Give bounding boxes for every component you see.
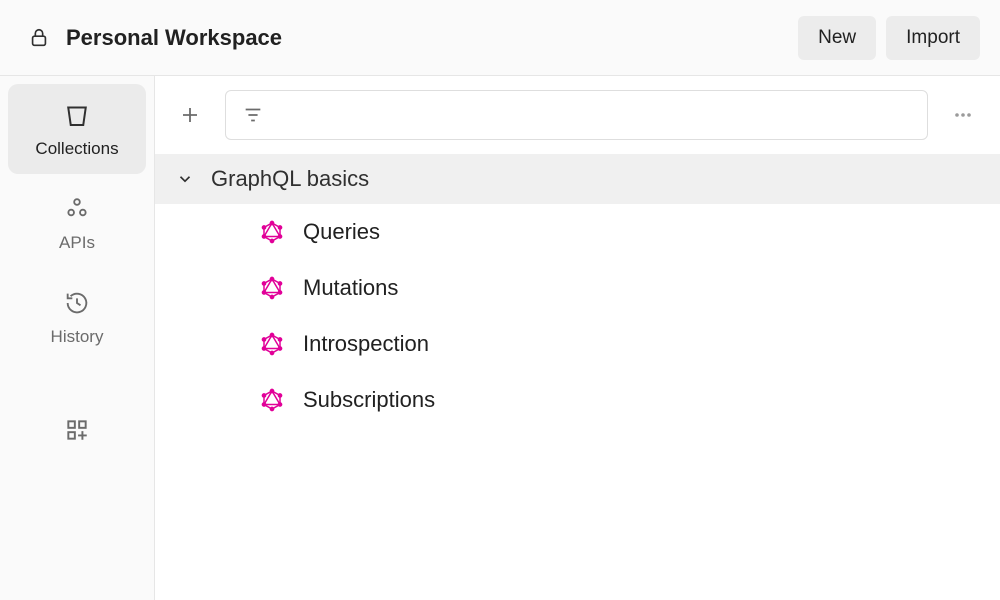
toolbar: [155, 76, 1000, 154]
search-input-wrapper[interactable]: [225, 90, 928, 140]
import-button[interactable]: Import: [886, 16, 980, 60]
sidebar: Collections APIs: [0, 76, 155, 600]
more-grid-icon: [64, 414, 90, 446]
header-actions: New Import: [798, 16, 980, 60]
collection-item-label: Subscriptions: [303, 387, 435, 413]
collection-item[interactable]: Mutations: [155, 260, 1000, 316]
collection-item[interactable]: Subscriptions: [155, 372, 1000, 428]
more-horizontal-icon: [951, 103, 975, 127]
add-button[interactable]: [169, 94, 211, 136]
header-left: Personal Workspace: [28, 25, 282, 51]
more-button[interactable]: [942, 94, 984, 136]
search-input[interactable]: [276, 105, 911, 125]
main: GraphQL basics: [155, 76, 1000, 600]
collection-items: Queries: [155, 204, 1000, 428]
graphql-icon: [259, 331, 285, 357]
filter-icon: [242, 104, 264, 126]
graphql-icon: [259, 219, 285, 245]
sidebar-item-label: Collections: [35, 139, 118, 159]
collection-item-label: Mutations: [303, 275, 398, 301]
collection-header[interactable]: GraphQL basics: [155, 154, 1000, 204]
collection-item[interactable]: Introspection: [155, 316, 1000, 372]
collection-item[interactable]: Queries: [155, 204, 1000, 260]
collection-item-label: Introspection: [303, 331, 429, 357]
sidebar-item-apis[interactable]: APIs: [8, 178, 146, 268]
sidebar-item-more[interactable]: [8, 400, 146, 460]
apis-icon: [63, 193, 91, 225]
sidebar-item-label: APIs: [59, 233, 95, 253]
header: Personal Workspace New Import: [0, 0, 1000, 76]
collection-title: GraphQL basics: [211, 166, 369, 192]
sidebar-item-collections[interactable]: Collections: [8, 84, 146, 174]
lock-icon: [28, 27, 50, 49]
collections-icon: [62, 99, 92, 131]
workspace-title: Personal Workspace: [66, 25, 282, 51]
collection-item-label: Queries: [303, 219, 380, 245]
graphql-icon: [259, 275, 285, 301]
history-icon: [63, 287, 91, 319]
graphql-icon: [259, 387, 285, 413]
plus-icon: [178, 103, 202, 127]
chevron-down-icon: [175, 170, 195, 188]
sidebar-item-history[interactable]: History: [8, 272, 146, 362]
new-button[interactable]: New: [798, 16, 876, 60]
sidebar-item-label: History: [51, 327, 104, 347]
